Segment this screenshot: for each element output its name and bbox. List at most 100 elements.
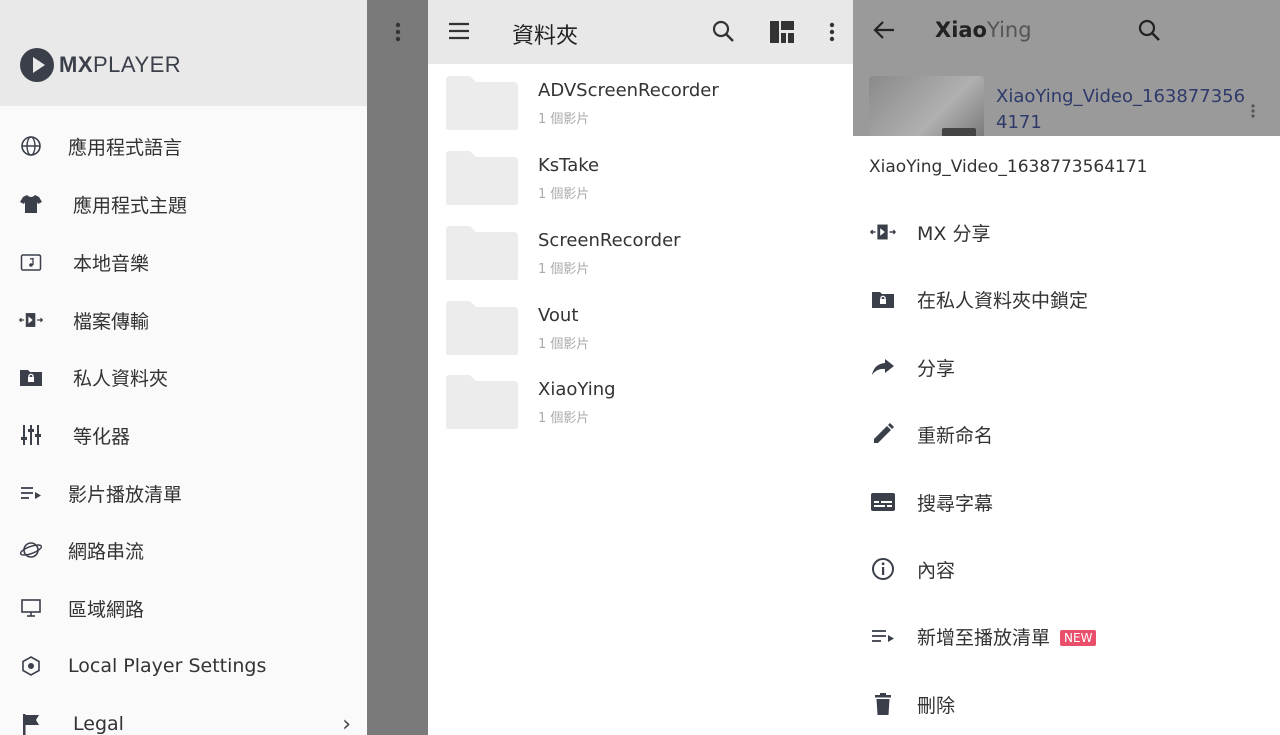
shirt-icon	[18, 191, 44, 217]
drawer-item-local-player-settings[interactable]: Local Player Settings	[0, 646, 367, 686]
action-label: 內容	[917, 559, 956, 582]
menu-hamburger-icon[interactable]	[448, 22, 470, 40]
drawer-item-label: 區域網路	[68, 598, 145, 621]
drawer-header: MXPLAYER	[0, 0, 367, 106]
folder-item[interactable]: ScreenRecorder 1 個影片	[428, 224, 853, 294]
video-thumbnail	[869, 76, 984, 136]
lan-icon	[18, 595, 44, 621]
folder-item[interactable]: ADVScreenRecorder 1 個影片	[428, 74, 853, 144]
folder-item[interactable]: Vout 1 個影片	[428, 299, 853, 369]
drawer-item-label: 影片播放清單	[68, 483, 183, 506]
music-folder-icon	[18, 249, 44, 275]
action-label: 分享	[917, 357, 956, 380]
action-rename[interactable]: 重新命名	[853, 412, 1280, 456]
drawer-item-label: Legal	[73, 713, 124, 735]
app-bar: XiaoYing	[853, 0, 1280, 64]
action-label: 新增至播放清單 NEW	[917, 623, 1097, 650]
action-add-to-playlist[interactable]: 新增至播放清單 NEW	[853, 614, 1280, 658]
drawer-item-label: 等化器	[73, 425, 131, 448]
drawer-item-label: 應用程式語言	[68, 136, 183, 159]
video-list-item[interactable]: XiaoYing_Video_1638773564171	[853, 64, 1280, 136]
file-transfer-icon	[18, 307, 44, 333]
subtitle-icon	[869, 488, 897, 516]
page-title: 資料夾	[512, 24, 579, 49]
drawer-item-file-transfer[interactable]: 檔案傳輸	[0, 300, 367, 340]
drawer-item-label: 私人資料夾	[73, 367, 169, 390]
settings-hex-icon	[18, 653, 44, 679]
search-icon[interactable]	[711, 19, 735, 43]
action-lock-private[interactable]: 在私人資料夾中鎖定	[853, 277, 1280, 321]
action-label: 搜尋字幕	[917, 492, 994, 515]
drawer-item-network-stream[interactable]: 網路串流	[0, 530, 367, 570]
drawer-item-app-language[interactable]: 應用程式語言	[0, 126, 367, 166]
folder-icon	[444, 299, 520, 357]
drawer-scrim[interactable]	[367, 0, 428, 735]
mx-play-logo-icon	[20, 48, 54, 82]
folder-title: XiaoYing	[935, 18, 1032, 42]
action-label: MX 分享	[917, 222, 991, 245]
search-icon[interactable]	[1137, 18, 1161, 42]
view-layout-icon[interactable]	[769, 20, 795, 44]
drawer-item-private-folder[interactable]: 私人資料夾	[0, 357, 367, 397]
navigation-drawer: MXPLAYER 應用程式語言 應用程式主題 本地音樂 檔案傳輸 私人資料夾 等…	[0, 0, 367, 735]
folder-name: XiaoYing	[538, 379, 616, 400]
share-arrow-icon	[869, 353, 897, 381]
folder-name: ADVScreenRecorder	[538, 80, 719, 101]
action-label: 刪除	[917, 694, 956, 717]
drawer-item-equalizer[interactable]: 等化器	[0, 415, 367, 455]
folder-icon	[444, 74, 520, 132]
drawer-item-label: 網路串流	[68, 540, 145, 563]
folder-count: 1 個影片	[538, 411, 590, 426]
lock-folder-icon	[869, 285, 897, 313]
folder-count: 1 個影片	[538, 112, 590, 127]
drawer-item-video-playlist[interactable]: 影片播放清單	[0, 473, 367, 513]
folder-count: 1 個影片	[538, 337, 590, 352]
folder-icon	[444, 373, 520, 431]
globe-icon	[18, 133, 44, 159]
drawer-item-lan[interactable]: 區域網路	[0, 588, 367, 628]
video-title: XiaoYing_Video_1638773564171	[996, 86, 1246, 133]
action-label: 重新命名	[917, 424, 994, 447]
folder-icon	[444, 149, 520, 207]
bottom-sheet: XiaoYing_Video_1638773564171 MX 分享 在私人資料…	[853, 136, 1280, 735]
drawer-item-label: 應用程式主題	[73, 194, 188, 217]
sheet-title: XiaoYing_Video_1638773564171	[869, 157, 1148, 177]
drawer-item-app-theme[interactable]: 應用程式主題	[0, 184, 367, 224]
action-search-subtitles[interactable]: 搜尋字幕	[853, 480, 1280, 524]
drawer-item-legal[interactable]: Legal ›	[0, 704, 367, 735]
overflow-menu-icon	[395, 22, 401, 42]
drawer-item-local-music[interactable]: 本地音樂	[0, 242, 367, 282]
action-mx-share[interactable]: MX 分享	[853, 210, 1280, 254]
drawer-item-label: 檔案傳輸	[73, 310, 150, 333]
drawer-item-label: Local Player Settings	[68, 655, 267, 677]
folder-name: Vout	[538, 305, 579, 326]
drawer-item-label: 本地音樂	[73, 252, 150, 275]
lock-folder-icon	[18, 364, 44, 390]
video-options-screen: XiaoYing XiaoYing_Video_1638773564171 Xi…	[853, 0, 1280, 735]
action-delete[interactable]: 刪除	[853, 682, 1280, 726]
overflow-menu-icon[interactable]	[1251, 104, 1255, 118]
logo-text: MXPLAYER	[59, 52, 182, 77]
new-badge: NEW	[1060, 630, 1097, 646]
action-share[interactable]: 分享	[853, 345, 1280, 389]
folders-screen: 資料夾 ADVScreenRecorder 1 個影片 KsTake 1 個影片…	[428, 0, 853, 735]
overflow-menu-icon[interactable]	[829, 22, 835, 42]
equalizer-icon	[18, 422, 44, 448]
flag-icon	[18, 711, 44, 735]
action-properties[interactable]: 內容	[853, 547, 1280, 591]
folder-icon	[444, 224, 520, 282]
folder-count: 1 個影片	[538, 262, 590, 277]
trash-icon	[869, 690, 897, 718]
folder-count: 1 個影片	[538, 187, 590, 202]
folder-name: ScreenRecorder	[538, 230, 681, 251]
pencil-icon	[869, 420, 897, 448]
folder-item[interactable]: XiaoYing 1 個影片	[428, 373, 853, 443]
mx-player-logo: MXPLAYER	[20, 48, 181, 82]
folder-name: KsTake	[538, 155, 600, 176]
info-icon	[869, 555, 897, 583]
back-arrow-icon[interactable]	[873, 20, 895, 40]
playlist-icon	[18, 480, 44, 506]
folder-item[interactable]: KsTake 1 個影片	[428, 149, 853, 219]
chevron-right-icon: ›	[342, 711, 351, 735]
app-bar: 資料夾	[428, 0, 853, 64]
